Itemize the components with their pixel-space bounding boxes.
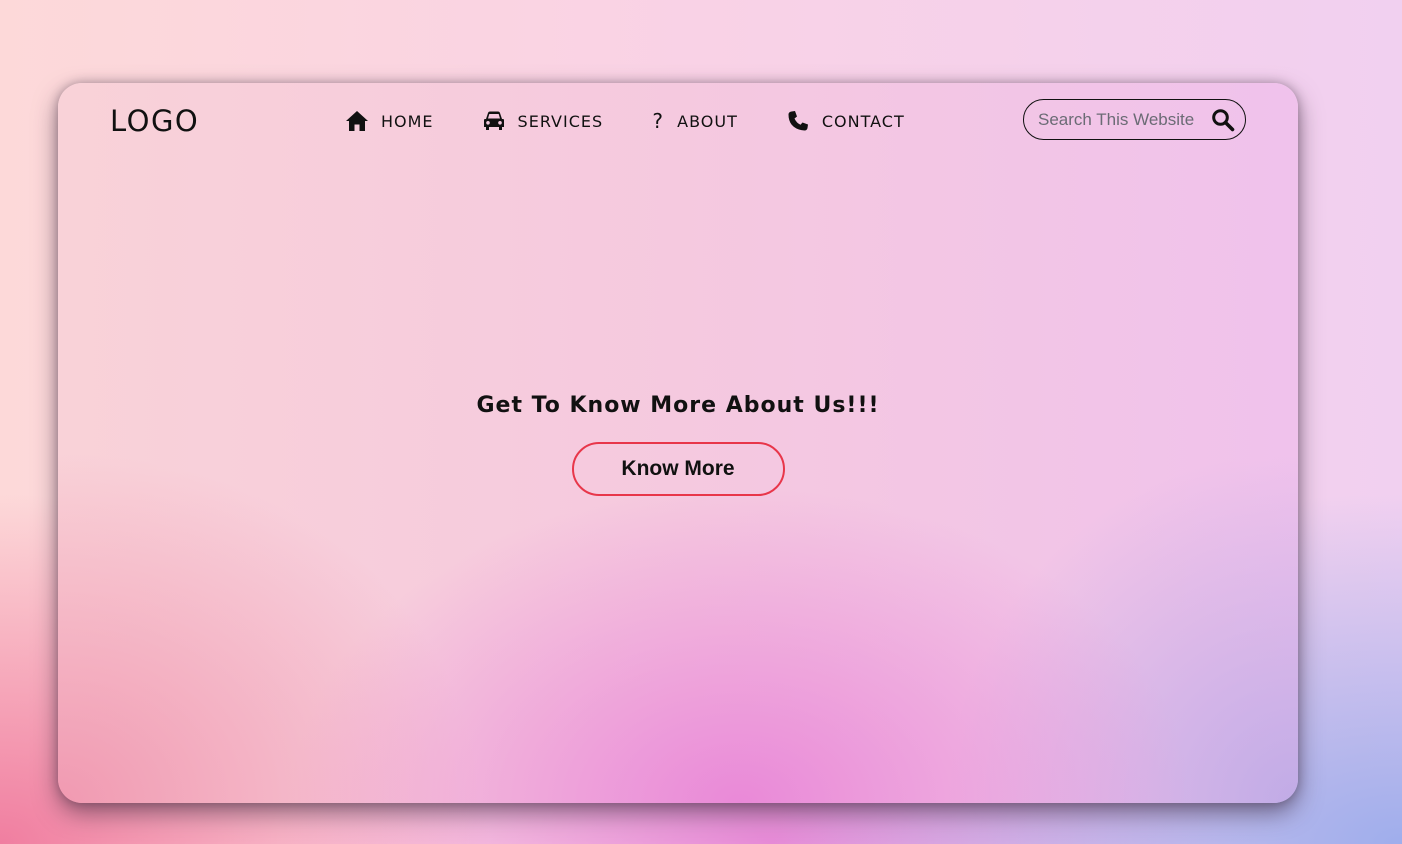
search-icon[interactable] — [1210, 107, 1235, 133]
nav-item-about[interactable]: ? ABOUT — [651, 109, 738, 133]
question-icon: ? — [652, 109, 664, 133]
logo[interactable]: LOGO — [110, 104, 199, 138]
nav-item-label: SERVICES — [517, 111, 604, 131]
car-icon — [482, 109, 506, 133]
nav-item-contact[interactable]: CONTACT — [786, 109, 905, 133]
nav-item-label: CONTACT — [821, 111, 905, 131]
phone-icon — [786, 109, 810, 133]
home-icon — [345, 109, 369, 133]
main-nav: HOME SERVICES ? ABOUT CONTACT — [345, 109, 953, 133]
hero-title: Get To Know More About Us!!! — [476, 393, 880, 418]
nav-item-home[interactable]: HOME — [345, 109, 434, 133]
hero-section: Get To Know More About Us!!! Know More — [58, 393, 1298, 496]
search-input[interactable] — [1038, 109, 1206, 130]
nav-item-label: ABOUT — [677, 111, 738, 131]
know-more-button[interactable]: Know More — [571, 442, 785, 496]
search-box — [1023, 99, 1246, 140]
main-card: LOGO HOME SERVICES ? ABOUT CONTACT Searc… — [58, 83, 1298, 803]
nav-item-services[interactable]: SERVICES — [482, 109, 604, 133]
nav-item-label: HOME — [381, 111, 434, 131]
